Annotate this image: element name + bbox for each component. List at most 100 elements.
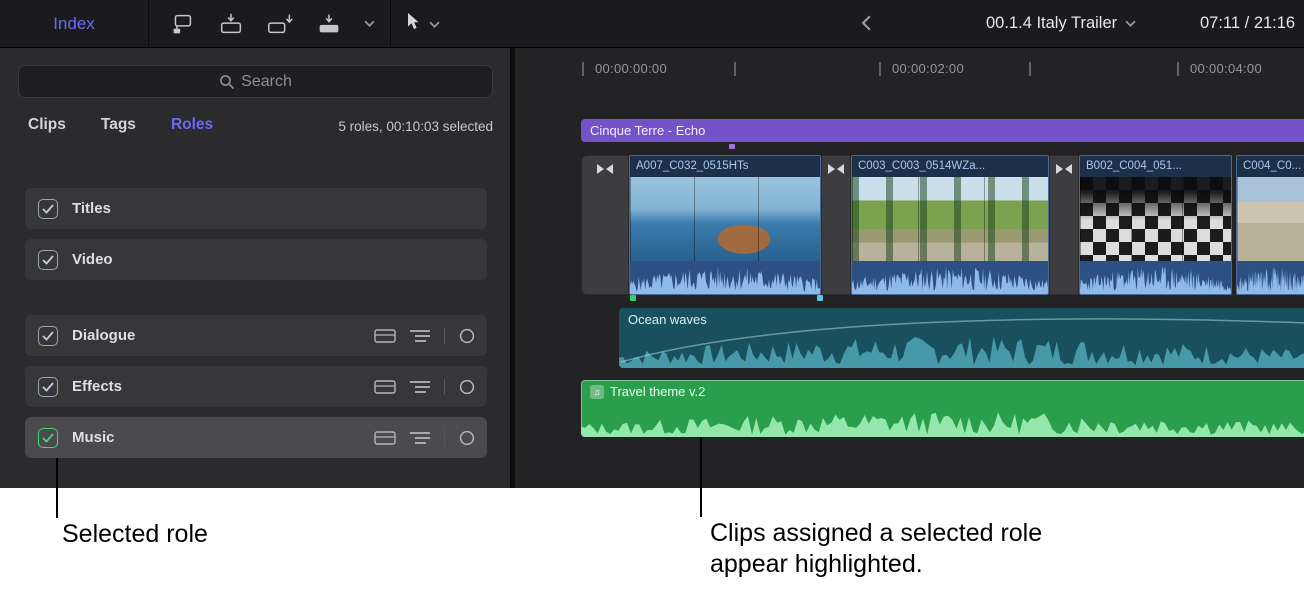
role-row-music[interactable]: Music	[25, 417, 487, 458]
clip-thumbnails	[1237, 177, 1304, 261]
app-window: Index	[0, 0, 1304, 596]
clip-marker-green[interactable]	[630, 295, 636, 301]
toolbar-divider	[390, 0, 391, 47]
ruler-tick	[734, 62, 736, 76]
timeline: 00:00:00:00 00:00:02:00 00:00:04:00 Cinq…	[515, 48, 1304, 488]
audio-clip-travel-theme[interactable]: ♫ Travel theme v.2	[581, 380, 1304, 437]
callout-line-highlighted-clips	[700, 437, 702, 517]
show-subroles-icon[interactable]	[410, 329, 430, 343]
overwrite-clip-icon[interactable]	[315, 11, 343, 37]
callout-selected-role: Selected role	[62, 519, 208, 550]
edit-options-chevron-icon[interactable]	[364, 20, 375, 27]
role-row-controls	[374, 430, 475, 446]
ruler-timecode: 00:00:04:00	[1190, 61, 1262, 76]
icon-divider	[444, 328, 445, 344]
role-label: Titles	[72, 200, 111, 217]
ruler-tick	[582, 62, 584, 76]
selection-summary: 5 roles, 00:10:03 selected	[338, 119, 493, 134]
audio-clip-name: Ocean waves	[628, 312, 707, 327]
tab-roles[interactable]: Roles	[171, 116, 213, 134]
tool-dropdown-chevron-icon	[429, 15, 440, 33]
clip-name: B002_C004_051...	[1080, 156, 1231, 177]
role-label: Music	[72, 429, 115, 446]
focus-role-icon[interactable]	[459, 430, 475, 446]
video-clip[interactable]: B002_C004_051...	[1079, 155, 1232, 295]
role-label: Video	[72, 251, 113, 268]
title-clip-name: Cinque Terre - Echo	[590, 123, 705, 138]
music-note-icon: ♫	[590, 385, 604, 399]
checkbox-music[interactable]	[38, 428, 58, 448]
role-row-dialogue[interactable]: Dialogue	[25, 315, 487, 356]
video-clip[interactable]: A007_C032_0515HTs	[629, 155, 821, 295]
transition-clip[interactable]	[1049, 155, 1079, 295]
ruler-tick	[1177, 62, 1179, 76]
tab-tags[interactable]: Tags	[101, 116, 136, 134]
icon-divider	[444, 430, 445, 446]
clip-name: A007_C032_0515HTs	[630, 156, 820, 177]
transition-icon	[595, 163, 615, 175]
insert-clip-icon[interactable]	[217, 11, 245, 37]
ruler-tick	[879, 62, 881, 76]
search-placeholder: Search	[241, 73, 292, 91]
role-row-controls	[374, 328, 475, 344]
ruler-timecode: 00:00:00:00	[595, 61, 667, 76]
audio-clip-name: Travel theme v.2	[610, 384, 705, 399]
timeline-index-panel: Search Clips Tags Roles 5 roles, 00:10:0…	[0, 48, 510, 488]
connect-clip-icon[interactable]	[168, 11, 196, 37]
toolbar: Index	[0, 0, 1304, 48]
index-button[interactable]: Index	[0, 0, 148, 47]
index-tabs: Clips Tags Roles	[28, 116, 213, 134]
transition-clip[interactable]	[581, 155, 629, 295]
append-clip-icon[interactable]	[266, 11, 294, 37]
video-clip[interactable]: C004_C0...	[1236, 155, 1304, 295]
show-audio-lanes-icon[interactable]	[374, 380, 396, 394]
show-subroles-icon[interactable]	[410, 431, 430, 445]
toolbar-divider	[148, 0, 149, 47]
checkbox-titles[interactable]	[38, 199, 58, 219]
clip-audio-waveform	[1080, 261, 1231, 294]
tab-clips[interactable]: Clips	[28, 116, 66, 134]
search-field[interactable]: Search	[18, 65, 493, 98]
project-dropdown-chevron-icon	[1125, 20, 1136, 27]
transition-icon	[1054, 163, 1074, 175]
role-row-effects[interactable]: Effects	[25, 366, 487, 407]
transition-icon	[826, 163, 846, 175]
callout-highlighted-clips: Clips assigned a selected role appear hi…	[710, 518, 1062, 579]
search-icon	[219, 74, 234, 89]
focus-role-icon[interactable]	[459, 379, 475, 395]
role-label: Dialogue	[72, 327, 135, 344]
clip-thumbnails	[630, 177, 820, 261]
checkbox-video[interactable]	[38, 250, 58, 270]
role-row-controls	[374, 379, 475, 395]
callout-line-selected-role	[56, 458, 58, 518]
clip-audio-waveform	[1237, 261, 1304, 294]
checkbox-dialogue[interactable]	[38, 326, 58, 346]
clip-thumbnails	[852, 177, 1048, 261]
show-audio-lanes-icon[interactable]	[374, 329, 396, 343]
audio-clip-ocean-waves[interactable]: Ocean waves	[619, 308, 1304, 368]
transition-clip[interactable]	[821, 155, 851, 295]
focus-role-icon[interactable]	[459, 328, 475, 344]
timecode-display: 07:11 / 21:16	[1200, 0, 1295, 47]
clip-audio-waveform	[630, 261, 820, 294]
project-title-menu[interactable]: 00.1.4 Italy Trailer	[986, 0, 1136, 47]
ruler-tick	[1029, 62, 1031, 76]
icon-divider	[444, 379, 445, 395]
clip-marker-cyan[interactable]	[817, 295, 823, 301]
select-tool-icon	[406, 12, 420, 36]
checkbox-effects[interactable]	[38, 377, 58, 397]
back-chevron-icon[interactable]	[862, 15, 871, 36]
clip-name: C003_C003_0514WZa...	[852, 156, 1048, 177]
role-row-video[interactable]: Video	[25, 239, 487, 280]
role-row-titles[interactable]: Titles	[25, 188, 487, 229]
tool-selector[interactable]	[406, 0, 440, 47]
title-marker[interactable]	[729, 144, 735, 149]
clip-name: C004_C0...	[1237, 156, 1304, 177]
role-label: Effects	[72, 378, 122, 395]
video-clip[interactable]: C003_C003_0514WZa...	[851, 155, 1049, 295]
edit-buttons-group	[168, 0, 375, 47]
title-clip[interactable]: Cinque Terre - Echo	[581, 119, 1304, 142]
project-title: 00.1.4 Italy Trailer	[986, 14, 1117, 33]
show-audio-lanes-icon[interactable]	[374, 431, 396, 445]
show-subroles-icon[interactable]	[410, 380, 430, 394]
